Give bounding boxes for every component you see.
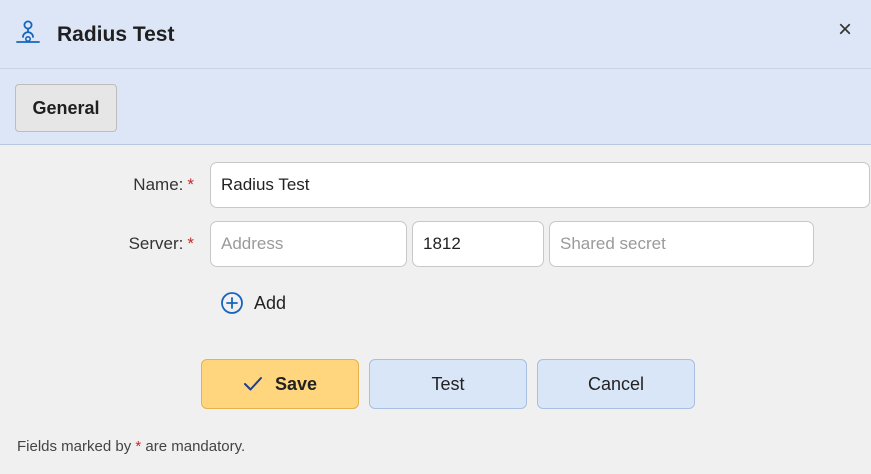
network-node-icon [16,20,40,43]
server-port-field[interactable] [412,221,544,267]
radius-test-dialog: Radius Test × General Name:* Server:* Ad… [0,0,871,474]
name-label-text: Name: [133,175,184,194]
add-label: Add [254,292,287,313]
footnote-text-after: are mandatory. [141,438,246,455]
cancel-button[interactable]: Cancel [537,359,695,409]
name-label: Name: * [84,175,194,195]
test-button-label: Test [431,373,465,394]
dialog-titlebar: Radius Test × [0,0,871,68]
required-marker: * [187,234,194,253]
mandatory-fields-note: Fields marked by * are mandatory. [17,438,245,455]
footnote-text-before: Fields marked by [17,438,136,455]
server-label-text: Server: [128,234,184,253]
cancel-button-label: Cancel [587,373,645,394]
dialog-title: Radius Test [57,23,175,46]
tab-bar: General [0,68,871,145]
plus-circle-icon [221,292,243,314]
test-button[interactable]: Test [369,359,527,409]
shared-secret-field[interactable] [549,221,814,267]
required-marker: * [187,175,194,194]
server-label: Server: * [84,234,194,254]
server-address-field[interactable] [210,221,407,267]
tab-general[interactable]: General [15,84,117,132]
close-icon[interactable]: × [833,18,857,42]
save-button-label: Save [274,373,318,394]
add-server-button[interactable]: Add [220,289,286,317]
save-button[interactable]: Save [201,359,359,409]
check-icon [243,377,262,391]
name-field[interactable] [210,162,870,208]
